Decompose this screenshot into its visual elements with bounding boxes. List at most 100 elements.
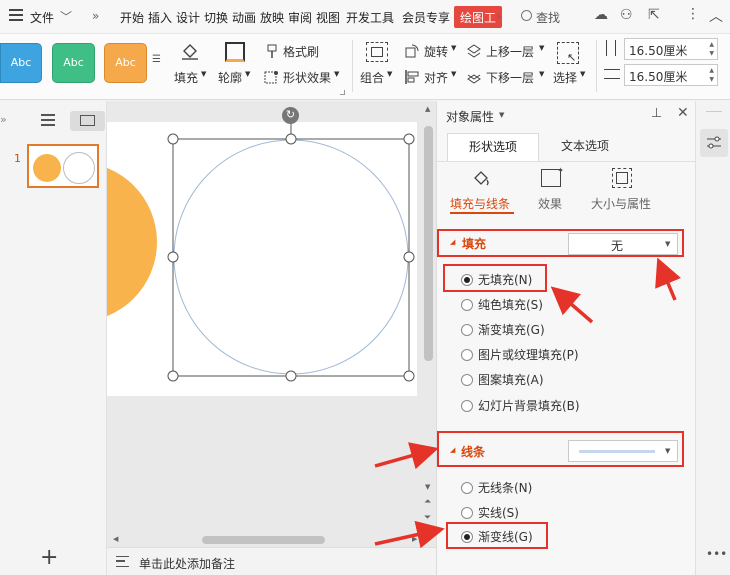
tab-text-options[interactable]: 文本选项 xyxy=(539,133,631,161)
subtab-underline xyxy=(450,212,514,214)
format-painter-button[interactable]: 格式刷 xyxy=(283,43,319,60)
style-label: Abc xyxy=(115,56,136,69)
outline-icon[interactable] xyxy=(225,42,245,62)
panel-title[interactable]: 对象属性 xyxy=(446,108,494,125)
collapse-ribbon-icon[interactable]: ︿ xyxy=(709,6,723,26)
notes-placeholder[interactable]: 单击此处添加备注 xyxy=(139,555,235,572)
shape-style-blue[interactable]: Abc xyxy=(0,43,42,83)
share-icon[interactable]: ⇱ xyxy=(648,7,660,23)
spin-down-icon[interactable]: ▼ xyxy=(709,76,714,84)
hamburger-icon[interactable] xyxy=(9,9,23,21)
tab-review[interactable]: 审阅 xyxy=(288,9,312,26)
subtab-size-properties[interactable]: 大小与属性 xyxy=(591,195,651,212)
chevron-right-icon[interactable]: › xyxy=(496,9,501,23)
subtab-effect[interactable]: 效果 xyxy=(538,195,562,212)
cloud-icon[interactable]: ☁ xyxy=(594,7,608,23)
tab-slideshow[interactable]: 放映 xyxy=(260,9,284,26)
tab-transition[interactable]: 切换 xyxy=(204,9,228,26)
width-input[interactable]: 16.50厘米 ▲ ▼ xyxy=(624,64,718,86)
subtab-fill-line[interactable]: 填充与线条 xyxy=(450,195,510,212)
height-input[interactable]: 16.50厘米 ▲ ▼ xyxy=(624,38,718,60)
rotate-handle-icon[interactable]: ↻ xyxy=(282,107,299,124)
bring-forward-icon[interactable] xyxy=(466,43,482,59)
pin-icon[interactable]: ⊥ xyxy=(651,106,662,121)
fill-line-icon[interactable] xyxy=(471,168,491,188)
more-options-icon[interactable]: ••• xyxy=(706,547,727,561)
dropdown-arrow-icon[interactable]: ▼ xyxy=(539,70,544,78)
dropdown-arrow-icon[interactable]: ▼ xyxy=(387,70,392,78)
scrollbar-thumb[interactable] xyxy=(202,536,325,544)
dropdown-arrow-icon[interactable]: ▼ xyxy=(451,70,456,78)
expand-panel-icon[interactable]: » xyxy=(0,113,7,126)
add-slide-icon[interactable]: + xyxy=(40,547,58,569)
send-backward-icon[interactable] xyxy=(466,69,482,85)
dropdown-arrow-icon[interactable]: ▼ xyxy=(451,44,456,52)
ribbon-divider xyxy=(352,40,353,92)
slide-view-icon[interactable] xyxy=(70,111,105,131)
ribbon-divider xyxy=(596,40,597,92)
tab-developer[interactable]: 开发工具 xyxy=(346,9,394,26)
file-menu[interactable]: 文件 xyxy=(30,9,54,26)
select-button[interactable]: 选择 xyxy=(553,69,577,86)
tab-label: 形状选项 xyxy=(468,140,517,154)
chevron-down-icon[interactable]: ﹀ xyxy=(60,8,72,25)
menu-bar: 文件 ﹀ » 开始 插入 设计 切换 动画 放映 审阅 视图 开发工具 会员专享… xyxy=(0,0,730,34)
align-button[interactable]: 对齐 xyxy=(424,69,448,86)
size-property-icon[interactable] xyxy=(612,168,632,188)
dropdown-arrow-icon[interactable]: ▼ xyxy=(201,70,206,78)
chevron-down-icon[interactable]: ▼ xyxy=(499,111,504,119)
shape-style-green[interactable]: Abc xyxy=(52,43,95,83)
outline-button[interactable]: 轮廓 xyxy=(218,69,242,86)
send-backward-button[interactable]: 下移一层 xyxy=(486,69,534,86)
spin-up-icon[interactable]: ▲ xyxy=(709,41,714,49)
shape-effect-button[interactable]: 形状效果 xyxy=(283,69,331,86)
select-pointer-icon[interactable]: ↖ xyxy=(557,42,579,64)
orange-circle-shape[interactable] xyxy=(107,162,157,322)
width-value: 16.50厘米 xyxy=(629,70,688,84)
align-icon[interactable] xyxy=(404,69,420,85)
shape-effect-icon[interactable] xyxy=(264,69,280,85)
tab-animation[interactable]: 动画 xyxy=(232,9,256,26)
spin-up-icon[interactable]: ▲ xyxy=(709,67,714,75)
scroll-left-icon[interactable]: ◀ xyxy=(113,535,118,543)
tab-insert[interactable]: 插入 xyxy=(148,9,172,26)
tab-shape-options[interactable]: 形状选项 xyxy=(447,133,539,161)
notes-bar[interactable]: 单击此处添加备注 xyxy=(107,547,436,575)
tab-design[interactable]: 设计 xyxy=(176,9,200,26)
more-icon[interactable]: ⋮ xyxy=(686,6,700,22)
tab-member[interactable]: 会员专享 xyxy=(402,9,450,26)
properties-toggle-icon[interactable] xyxy=(700,129,728,157)
slide-thumbnail-panel: » 1 + xyxy=(0,101,107,575)
fill-button[interactable]: 填充 xyxy=(174,69,198,86)
ribbon-toolbar: ‹ Abc Abc Abc ☰ 填充 ▼ 轮廓 ▼ 格式刷 形状效果 ▼ 组合 … xyxy=(0,34,730,100)
dropdown-arrow-icon[interactable]: ▼ xyxy=(245,70,250,78)
fill-bucket-icon[interactable] xyxy=(180,42,200,60)
dropdown-arrow-icon[interactable]: ▼ xyxy=(334,70,339,78)
bring-forward-button[interactable]: 上移一层 xyxy=(486,43,534,60)
dropdown-arrow-icon[interactable]: ▼ xyxy=(580,70,585,78)
shape-style-orange[interactable]: Abc xyxy=(104,43,147,83)
tab-home[interactable]: 开始 xyxy=(120,9,144,26)
rotate-button[interactable]: 旋转 xyxy=(424,43,448,60)
effect-icon[interactable]: ✦ xyxy=(541,166,564,187)
group-icon[interactable] xyxy=(366,42,388,62)
search-button[interactable]: 查找 xyxy=(536,9,560,26)
group-button[interactable]: 组合 xyxy=(360,69,384,86)
user-icon[interactable]: ⚇ xyxy=(620,7,633,23)
close-icon[interactable]: ✕ xyxy=(677,105,689,121)
dropdown-arrow-icon[interactable]: ▼ xyxy=(665,240,670,248)
slide-thumbnail[interactable] xyxy=(27,144,99,188)
dropdown-arrow-icon[interactable]: ▼ xyxy=(539,44,544,52)
more-tabs-icon[interactable]: » xyxy=(92,9,99,23)
ribbon-corner-icon[interactable] xyxy=(340,90,345,95)
search-icon[interactable] xyxy=(521,10,532,21)
scroll-up-icon[interactable]: ▲ xyxy=(425,105,430,113)
outline-view-icon[interactable] xyxy=(41,114,55,126)
rotate-icon[interactable] xyxy=(404,43,420,59)
format-painter-icon[interactable] xyxy=(264,43,280,59)
collapse-triangle-icon[interactable]: ◢ xyxy=(450,238,455,246)
styles-more-icon[interactable]: ☰ xyxy=(152,54,161,65)
tab-drawing-tools[interactable]: 绘图工 xyxy=(454,6,503,28)
tab-view[interactable]: 视图 xyxy=(316,9,340,26)
spin-down-icon[interactable]: ▼ xyxy=(709,50,714,58)
